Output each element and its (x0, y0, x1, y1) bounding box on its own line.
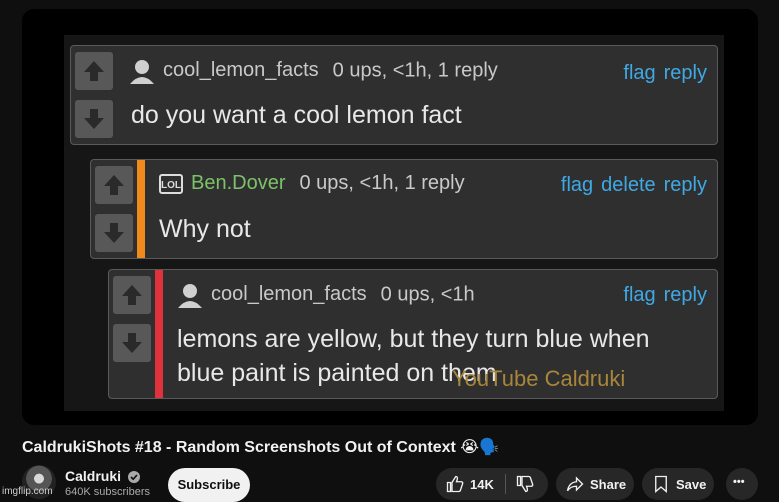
upvote-button[interactable] (113, 276, 151, 314)
arrow-down-icon (84, 109, 104, 129)
reply-link[interactable]: reply (664, 174, 707, 196)
comment-text: do you want a cool lemon fact (131, 98, 462, 132)
flag-link[interactable]: flag (623, 62, 655, 84)
youtube-watermark: YouTube Caldruki (452, 366, 626, 391)
reply-accent-bar (137, 160, 145, 258)
comment-meta: 0 ups, <1h, 1 reply (299, 172, 465, 194)
imgflip-watermark: imgflip.com (2, 486, 53, 497)
thumbs-up-icon (446, 475, 464, 493)
share-label: Share (590, 477, 627, 492)
reply-link[interactable]: reply (664, 284, 707, 306)
comment-username[interactable]: cool_lemon_facts (163, 59, 319, 81)
downvote-button[interactable] (75, 100, 113, 138)
video-player[interactable]: cool_lemon_facts 0 ups, <1h, 1 reply flag… (22, 9, 758, 425)
share-icon (566, 476, 584, 492)
like-count: 14K (470, 477, 494, 492)
channel-name-text[interactable]: Caldruki (65, 468, 121, 484)
reply-link[interactable]: reply (664, 62, 707, 84)
comment-text-line: Why not (159, 215, 251, 243)
lol-badge-icon: LOL (159, 173, 183, 194)
like-dislike-group: 14K (436, 468, 548, 500)
like-button[interactable]: 14K (436, 468, 504, 500)
comment-1: cool_lemon_facts 0 ups, <1h, 1 reply flag… (70, 45, 718, 145)
user-avatar-icon (178, 284, 202, 308)
thumbs-down-icon (516, 475, 534, 493)
subscriber-count: 640K subscribers (65, 486, 150, 498)
screenshot-frame: cool_lemon_facts 0 ups, <1h, 1 reply flag… (64, 35, 724, 411)
arrow-up-icon (122, 285, 142, 305)
video-title: CaldrukiShots #18 - Random Screenshots O… (22, 439, 499, 456)
comment-header: cool_lemon_facts 0 ups, <1h (177, 282, 475, 308)
vote-controls (109, 270, 155, 398)
reply-accent-bar (155, 270, 163, 398)
comment-3: cool_lemon_facts 0 ups, <1h flag reply lem… (108, 269, 718, 399)
comment-text-line: do you want a cool lemon fact (131, 101, 462, 129)
arrow-up-icon (84, 61, 104, 81)
bookmark-icon (655, 475, 667, 493)
verified-icon (127, 471, 140, 484)
comment-meta: 0 ups, <1h (380, 283, 475, 306)
comment-text-line: lemons are yellow, but they turn blue wh… (177, 325, 650, 353)
channel-name[interactable]: Caldruki (65, 468, 140, 484)
downvote-button[interactable] (95, 214, 133, 252)
comment-header: cool_lemon_facts 0 ups, <1h, 1 reply (129, 58, 498, 84)
comment-actions: flag delete reply (553, 174, 707, 197)
save-button[interactable]: Save (642, 468, 714, 500)
share-button[interactable]: Share (556, 468, 634, 500)
upvote-button[interactable] (75, 52, 113, 90)
upvote-button[interactable] (95, 166, 133, 204)
vote-controls (91, 160, 137, 258)
arrow-down-icon (104, 223, 124, 243)
save-label: Save (676, 477, 707, 492)
comment-2: LOL Ben.Dover 0 ups, <1h, 1 reply flag dele… (90, 159, 718, 259)
comment-meta: 0 ups, <1h, 1 reply (332, 59, 498, 82)
subscribe-button[interactable]: Subscribe (168, 468, 250, 502)
comment-username[interactable]: Ben.Dover (191, 172, 286, 194)
comment-username[interactable]: cool_lemon_facts (211, 283, 367, 305)
comment-text: Why not (159, 212, 251, 246)
more-icon: ••• (733, 476, 745, 488)
comment-actions: flag reply (615, 284, 707, 307)
comment-actions: flag reply (615, 62, 707, 85)
arrow-down-icon (122, 333, 142, 353)
arrow-up-icon (104, 175, 124, 195)
comment-header: LOL Ben.Dover 0 ups, <1h, 1 reply (159, 172, 465, 195)
flag-link[interactable]: flag (561, 174, 593, 196)
more-actions-button[interactable]: ••• (726, 468, 758, 500)
flag-link[interactable]: flag (623, 284, 655, 306)
delete-link[interactable]: delete (601, 174, 656, 196)
downvote-button[interactable] (113, 324, 151, 362)
vote-controls (71, 46, 117, 144)
dislike-button[interactable] (506, 468, 548, 500)
user-avatar-icon (130, 60, 154, 84)
